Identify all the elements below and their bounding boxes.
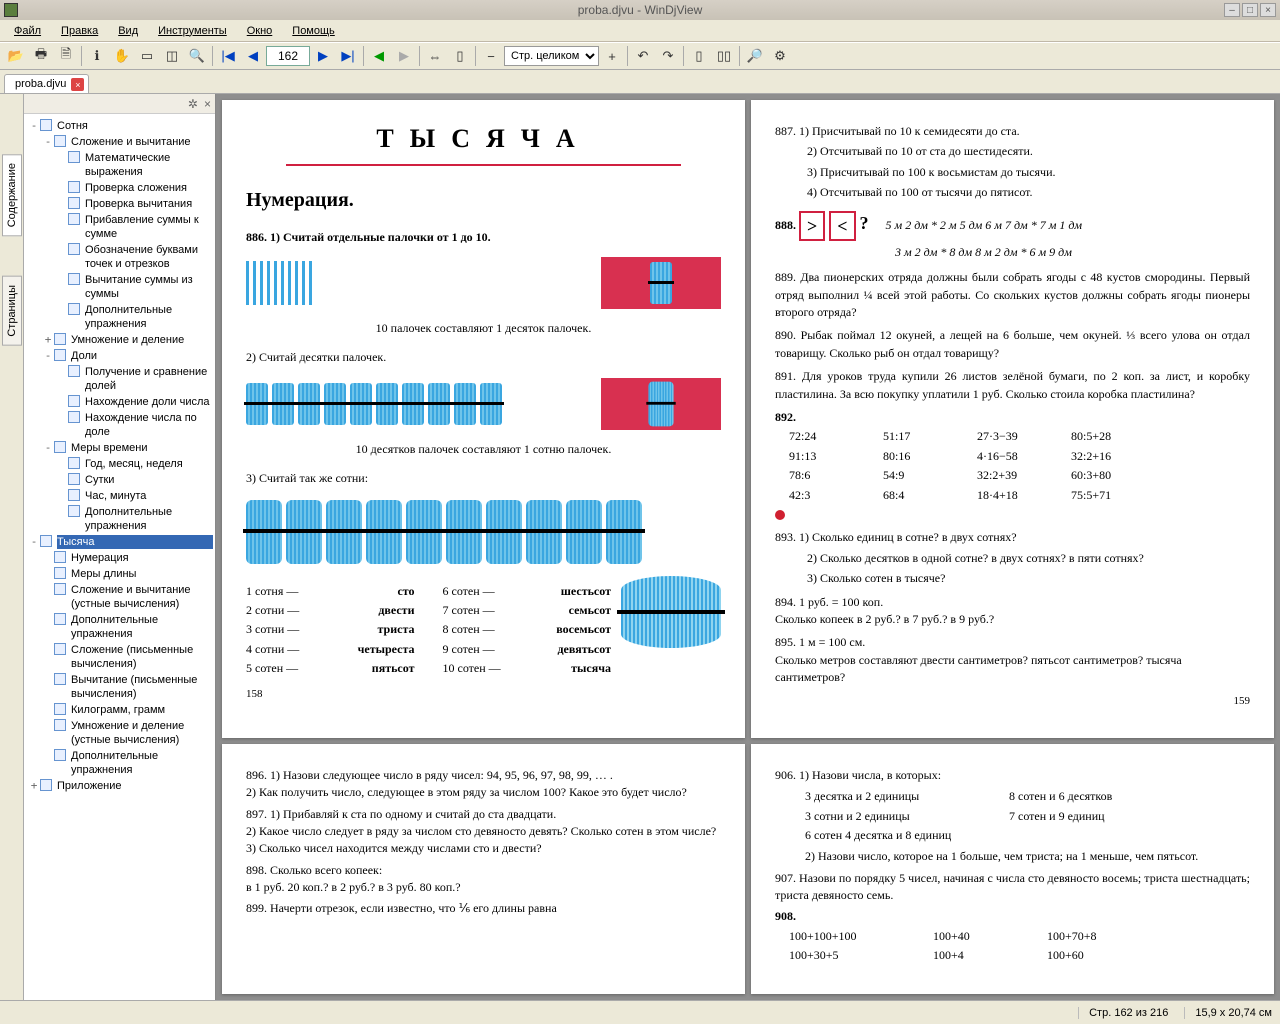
side-tab-contents[interactable]: Содержание xyxy=(2,154,22,236)
outline-item[interactable]: -Меры времени xyxy=(26,440,213,456)
outline-item[interactable]: Прибавление суммы к сумме xyxy=(26,212,213,242)
zoom-select[interactable]: Стр. целиком xyxy=(504,46,599,66)
forward-icon[interactable]: ▶ xyxy=(392,44,416,68)
page-161: 906. 1) Назови числа, в которых: 3 десят… xyxy=(751,744,1274,994)
outline-item[interactable]: Математические выражения xyxy=(26,150,213,180)
rotate-left-icon[interactable]: ↶ xyxy=(631,44,655,68)
status-size: 15,9 x 20,74 см xyxy=(1184,1007,1272,1019)
open-icon[interactable]: 📂 xyxy=(4,44,28,68)
close-tab-icon[interactable]: × xyxy=(71,78,84,91)
menubar: Файл Правка Вид Инструменты Окно Помощь xyxy=(0,20,1280,42)
menu-help[interactable]: Помощь xyxy=(284,23,343,39)
page-159: 887. 1) Присчитывай по 10 к семидесяти д… xyxy=(751,100,1274,738)
side-tab-pages[interactable]: Страницы xyxy=(2,276,22,346)
outline-item[interactable]: Сутки xyxy=(26,472,213,488)
outline-item[interactable]: Меры длины xyxy=(26,566,213,582)
settings-icon[interactable]: ⚙ xyxy=(768,44,792,68)
outline-item[interactable]: Дополнительные упражнения xyxy=(26,302,213,332)
thousand-illustration xyxy=(621,576,721,648)
outline-item[interactable]: Умножение и деление (устные вычисления) xyxy=(26,718,213,748)
zoom-out-icon[interactable]: − xyxy=(479,44,503,68)
menu-file[interactable]: Файл xyxy=(6,23,49,39)
outline-item[interactable]: -Сотня xyxy=(26,118,213,134)
panel-close-icon[interactable]: × xyxy=(204,97,211,111)
layout-single-icon[interactable]: ▯ xyxy=(687,44,711,68)
app-icon xyxy=(4,3,18,17)
marquee-icon[interactable]: ◫ xyxy=(160,44,184,68)
tab-document[interactable]: proba.djvu × xyxy=(4,74,89,93)
outline-item[interactable]: -Доли xyxy=(26,348,213,364)
print-icon[interactable]: 🖶 xyxy=(29,44,53,68)
outline-item[interactable]: Дополнительные упражнения xyxy=(26,612,213,642)
outline-panel: ✲ × -Сотня-Сложение и вычитаниеМатематич… xyxy=(24,94,216,1000)
minimize-button[interactable]: – xyxy=(1224,3,1240,17)
close-window-button[interactable]: × xyxy=(1260,3,1276,17)
status-page: Стр. 162 из 216 xyxy=(1078,1007,1168,1019)
outline-item[interactable]: Нахождение числа по доле xyxy=(26,410,213,440)
select-icon[interactable]: ▭ xyxy=(135,44,159,68)
fit-width-icon[interactable]: ⇔ xyxy=(423,44,447,68)
last-page-icon[interactable]: ▶| xyxy=(336,44,360,68)
document-tabs: proba.djvu × xyxy=(0,70,1280,94)
page-160: 896. 1) Назови следующее число в ряду чи… xyxy=(222,744,745,994)
hand-icon[interactable]: ✋ xyxy=(110,44,134,68)
outline-item[interactable]: Вычитание суммы из суммы xyxy=(26,272,213,302)
outline-item[interactable]: Получение и сравнение долей xyxy=(26,364,213,394)
outline-item[interactable]: Проверка вычитания xyxy=(26,196,213,212)
outline-item[interactable]: Обозначение буквами точек и отрезков xyxy=(26,242,213,272)
window-title: proba.djvu - WinDjView xyxy=(578,3,703,17)
outline-item[interactable]: +Умножение и деление xyxy=(26,332,213,348)
outline-item[interactable]: Килограмм, грамм xyxy=(26,702,213,718)
outline-item[interactable]: Нумерация xyxy=(26,550,213,566)
outline-item[interactable]: Нахождение доли числа xyxy=(26,394,213,410)
layout-facing-icon[interactable]: ▯▯ xyxy=(712,44,736,68)
first-page-icon[interactable]: |◀ xyxy=(216,44,240,68)
outline-item[interactable]: Дополнительные упражнения xyxy=(26,748,213,778)
outline-item[interactable]: Год, месяц, неделя xyxy=(26,456,213,472)
outline-item[interactable]: Сложение и вычитание (устные вычисления) xyxy=(26,582,213,612)
page-158: ТЫСЯЧА Нумерация. 886. 1) Считай отдельн… xyxy=(222,100,745,738)
side-tab-strip: Содержание Страницы xyxy=(0,94,24,1000)
outline-item[interactable]: -Сложение и вычитание xyxy=(26,134,213,150)
menu-view[interactable]: Вид xyxy=(110,23,146,39)
outline-item[interactable]: +Приложение xyxy=(26,778,213,794)
menu-edit[interactable]: Правка xyxy=(53,23,106,39)
rotate-right-icon[interactable]: ↷ xyxy=(656,44,680,68)
outline-tree: -Сотня-Сложение и вычитаниеМатематически… xyxy=(24,114,215,798)
outline-item[interactable]: -Тысяча xyxy=(26,534,213,550)
toolbar: 📂 🖶 🗎 ℹ ✋ ▭ ◫ 🔍 |◀ ◀ ▶ ▶| ◀ ▶ ⇔ ▯ − Стр.… xyxy=(0,42,1280,70)
back-icon[interactable]: ◀ xyxy=(367,44,391,68)
info-icon[interactable]: ℹ xyxy=(85,44,109,68)
outline-item[interactable]: Вычитание (письменные вычисления) xyxy=(26,672,213,702)
find-icon[interactable]: 🔎 xyxy=(743,44,767,68)
outline-item[interactable]: Час, минута xyxy=(26,488,213,504)
statusbar: Стр. 162 из 216 15,9 x 20,74 см xyxy=(0,1000,1280,1024)
outline-item[interactable]: Сложение (письменные вычисления) xyxy=(26,642,213,672)
page-number-input[interactable] xyxy=(266,46,310,66)
next-page-icon[interactable]: ▶ xyxy=(311,44,335,68)
outline-item[interactable]: Проверка сложения xyxy=(26,180,213,196)
zoom-tool-icon[interactable]: 🔍 xyxy=(185,44,209,68)
prev-page-icon[interactable]: ◀ xyxy=(241,44,265,68)
titlebar: proba.djvu - WinDjView – □ × xyxy=(0,0,1280,20)
menu-window[interactable]: Окно xyxy=(239,23,281,39)
menu-tools[interactable]: Инструменты xyxy=(150,23,235,39)
document-view[interactable]: ТЫСЯЧА Нумерация. 886. 1) Считай отдельн… xyxy=(216,94,1280,1000)
zoom-in-icon[interactable]: + xyxy=(600,44,624,68)
outline-item[interactable]: Дополнительные упражнения xyxy=(26,504,213,534)
fit-page-icon[interactable]: ▯ xyxy=(448,44,472,68)
maximize-button[interactable]: □ xyxy=(1242,3,1258,17)
export-icon[interactable]: 🗎 xyxy=(54,44,78,68)
panel-gear-icon[interactable]: ✲ xyxy=(188,97,198,111)
